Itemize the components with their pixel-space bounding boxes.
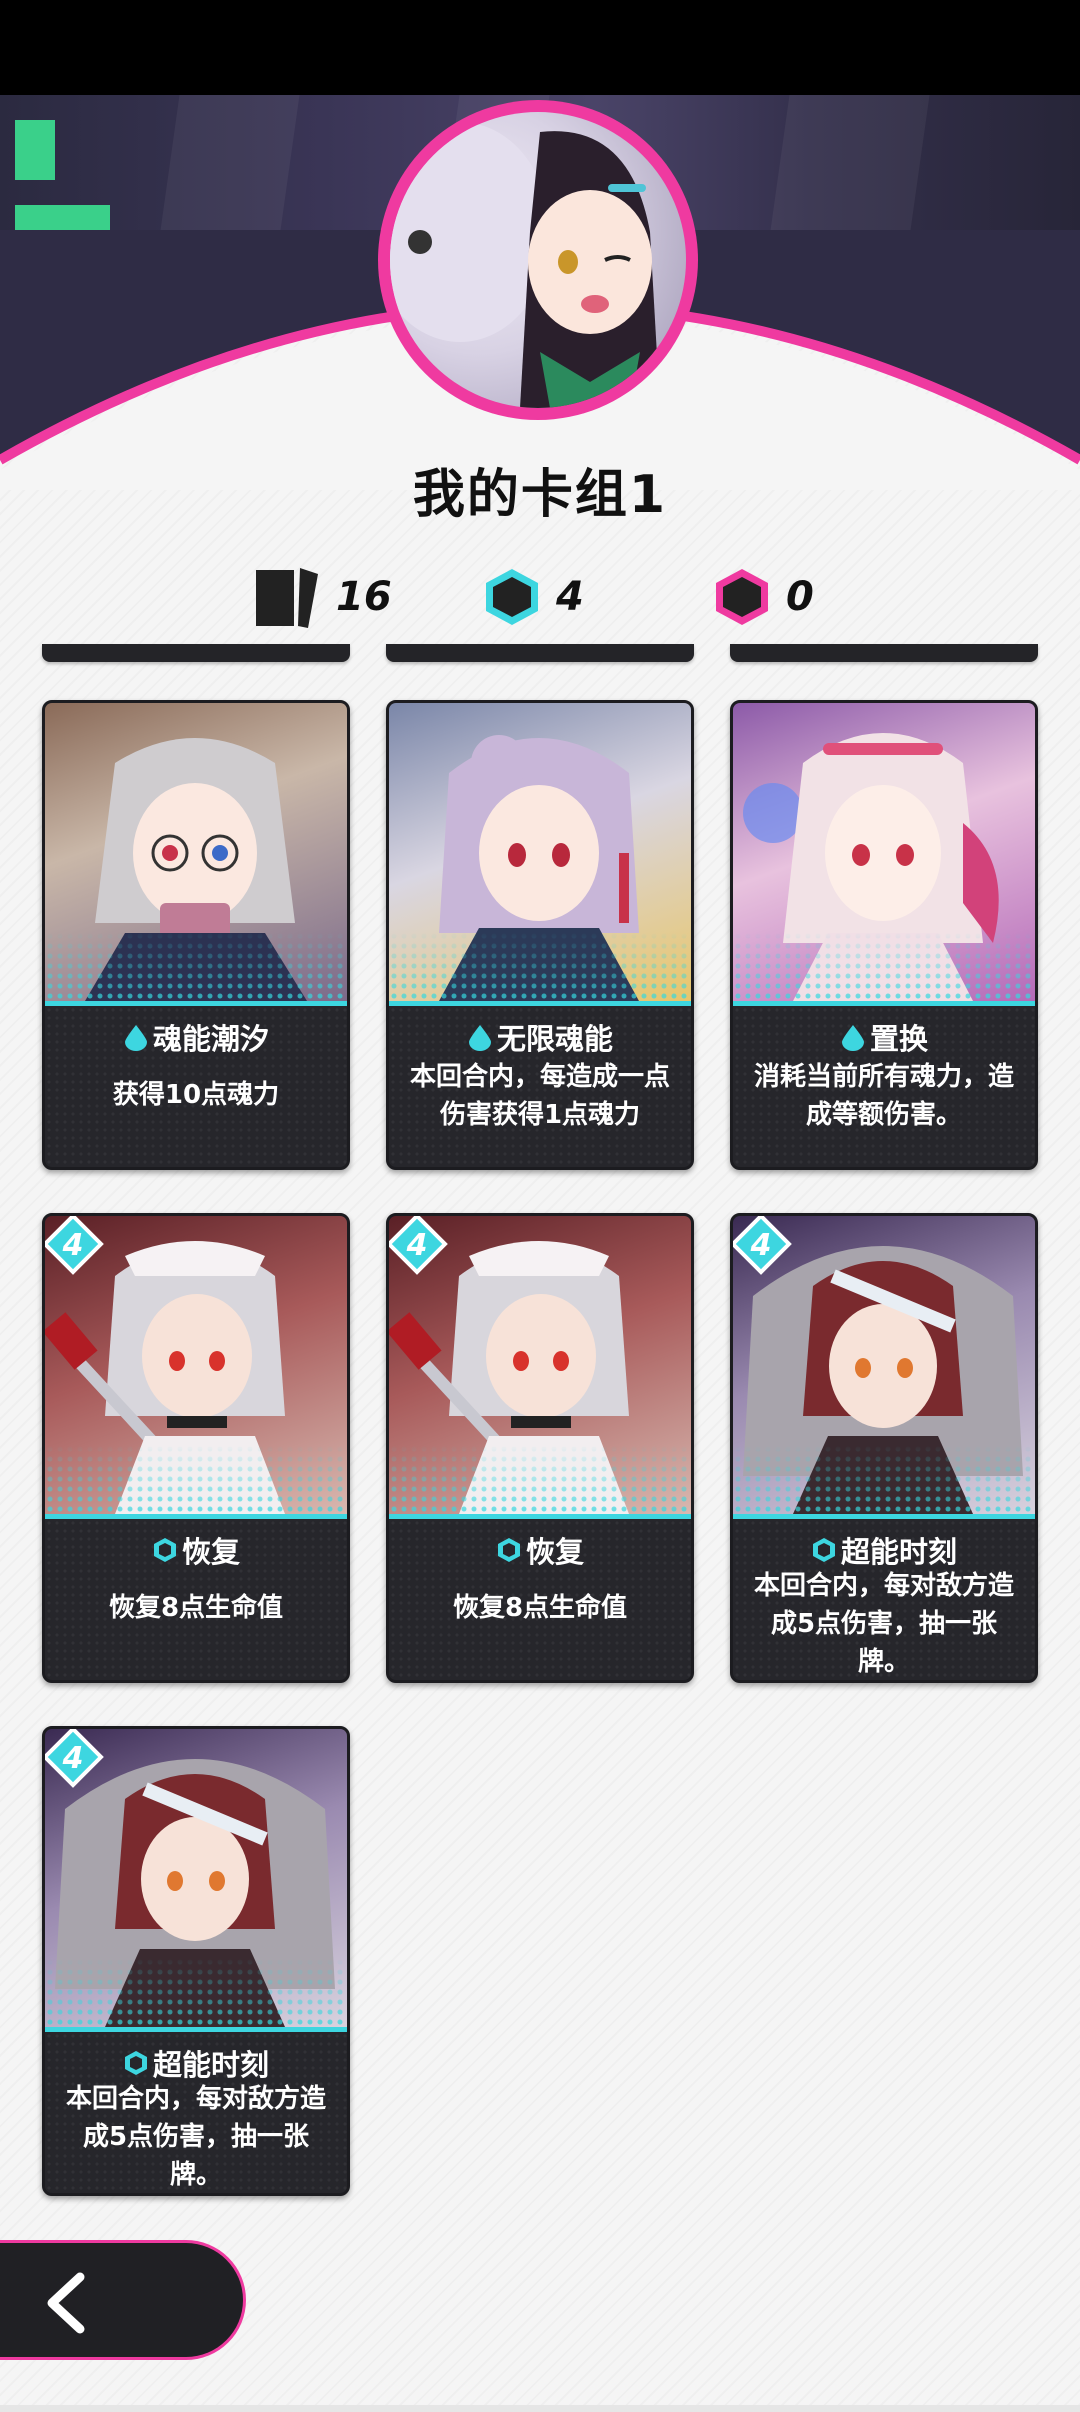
back-button[interactable] <box>0 2240 246 2360</box>
cost-badge: 4 <box>733 1216 792 1275</box>
status-bar <box>0 0 1080 95</box>
card-description: 获得10点魂力 <box>112 1080 280 1110</box>
card-item[interactable]: 4 恢复 恢复8点生命值 <box>386 1213 694 1683</box>
card-description: 本回合内，每造成一点伤害获得1点魂力 <box>409 1062 670 1130</box>
card-name: 无限魂能 <box>389 1016 691 1058</box>
droplet-icon <box>468 1025 491 1051</box>
deck-avatar[interactable] <box>378 100 698 420</box>
deck-title: 我的卡组1 <box>412 465 668 525</box>
svg-text:4: 4 <box>406 1228 428 1263</box>
deck-stats: 16 4 0 <box>0 562 1080 632</box>
hexagon-icon <box>153 1538 176 1562</box>
card-name: 恢复 <box>389 1529 691 1571</box>
droplet-icon <box>841 1025 864 1051</box>
card-stack-icon <box>256 568 318 628</box>
magenta-cost-stat: 0 <box>712 562 814 632</box>
svg-text:4: 4 <box>62 1741 84 1776</box>
card-name: 超能时刻 <box>45 2042 347 2084</box>
hexagon-icon <box>124 2051 147 2075</box>
card-description: 本回合内，每对敌方造成5点伤害，抽一张牌。 <box>65 2084 326 2190</box>
card-partial[interactable] <box>730 644 1038 662</box>
cost-badge: 4 <box>45 1729 104 1788</box>
card-count-stat: 16 <box>252 562 392 632</box>
chevron-left-icon <box>47 2272 85 2334</box>
droplet-icon <box>124 1025 147 1051</box>
cost-badge: 4 <box>389 1216 448 1275</box>
card-count: 16 <box>336 574 392 620</box>
card-item[interactable]: 魂能潮汐 获得10点魂力 <box>42 700 350 1170</box>
svg-text:4: 4 <box>62 1228 84 1263</box>
card-description: 恢复8点生命值 <box>108 1593 284 1623</box>
card-partial[interactable] <box>386 644 694 662</box>
card-name: 置换 <box>733 1016 1035 1058</box>
cyan-cost-stat: 4 <box>482 562 584 632</box>
card-description: 恢复8点生命值 <box>452 1593 628 1623</box>
card-art <box>733 703 1035 1001</box>
card-partial[interactable] <box>42 644 350 662</box>
cyan-hexagon-icon <box>486 569 538 625</box>
avatar-portrait <box>390 112 686 408</box>
hexagon-icon <box>812 1538 835 1562</box>
hexagon-icon <box>497 1538 520 1562</box>
magenta-cost-count: 0 <box>786 574 814 620</box>
card-name: 魂能潮汐 <box>45 1016 347 1058</box>
card-art <box>389 703 691 1001</box>
card-name: 恢复 <box>45 1529 347 1571</box>
card-item[interactable]: 4 超能时刻 本回合内，每对敌方造成5点伤害，抽一张牌。 <box>730 1213 1038 1683</box>
card-item[interactable]: 4 恢复 恢复8点生命值 <box>42 1213 350 1683</box>
card-description: 本回合内，每对敌方造成5点伤害，抽一张牌。 <box>753 1571 1014 1677</box>
magenta-hexagon-icon <box>716 569 768 625</box>
cyan-cost-count: 4 <box>556 574 584 620</box>
card-item[interactable]: 置换 消耗当前所有魂力，造成等额伤害。 <box>730 700 1038 1170</box>
card-art <box>45 703 347 1001</box>
svg-text:4: 4 <box>750 1228 772 1263</box>
card-name: 超能时刻 <box>733 1529 1035 1571</box>
cost-badge: 4 <box>45 1216 104 1275</box>
bottom-edge <box>0 2405 1080 2412</box>
card-item[interactable]: 4 超能时刻 本回合内，每对敌方造成5点伤害，抽一张牌。 <box>42 1726 350 2196</box>
card-item[interactable]: 无限魂能 本回合内，每造成一点伤害获得1点魂力 <box>386 700 694 1170</box>
card-description: 消耗当前所有魂力，造成等额伤害。 <box>753 1062 1014 1130</box>
